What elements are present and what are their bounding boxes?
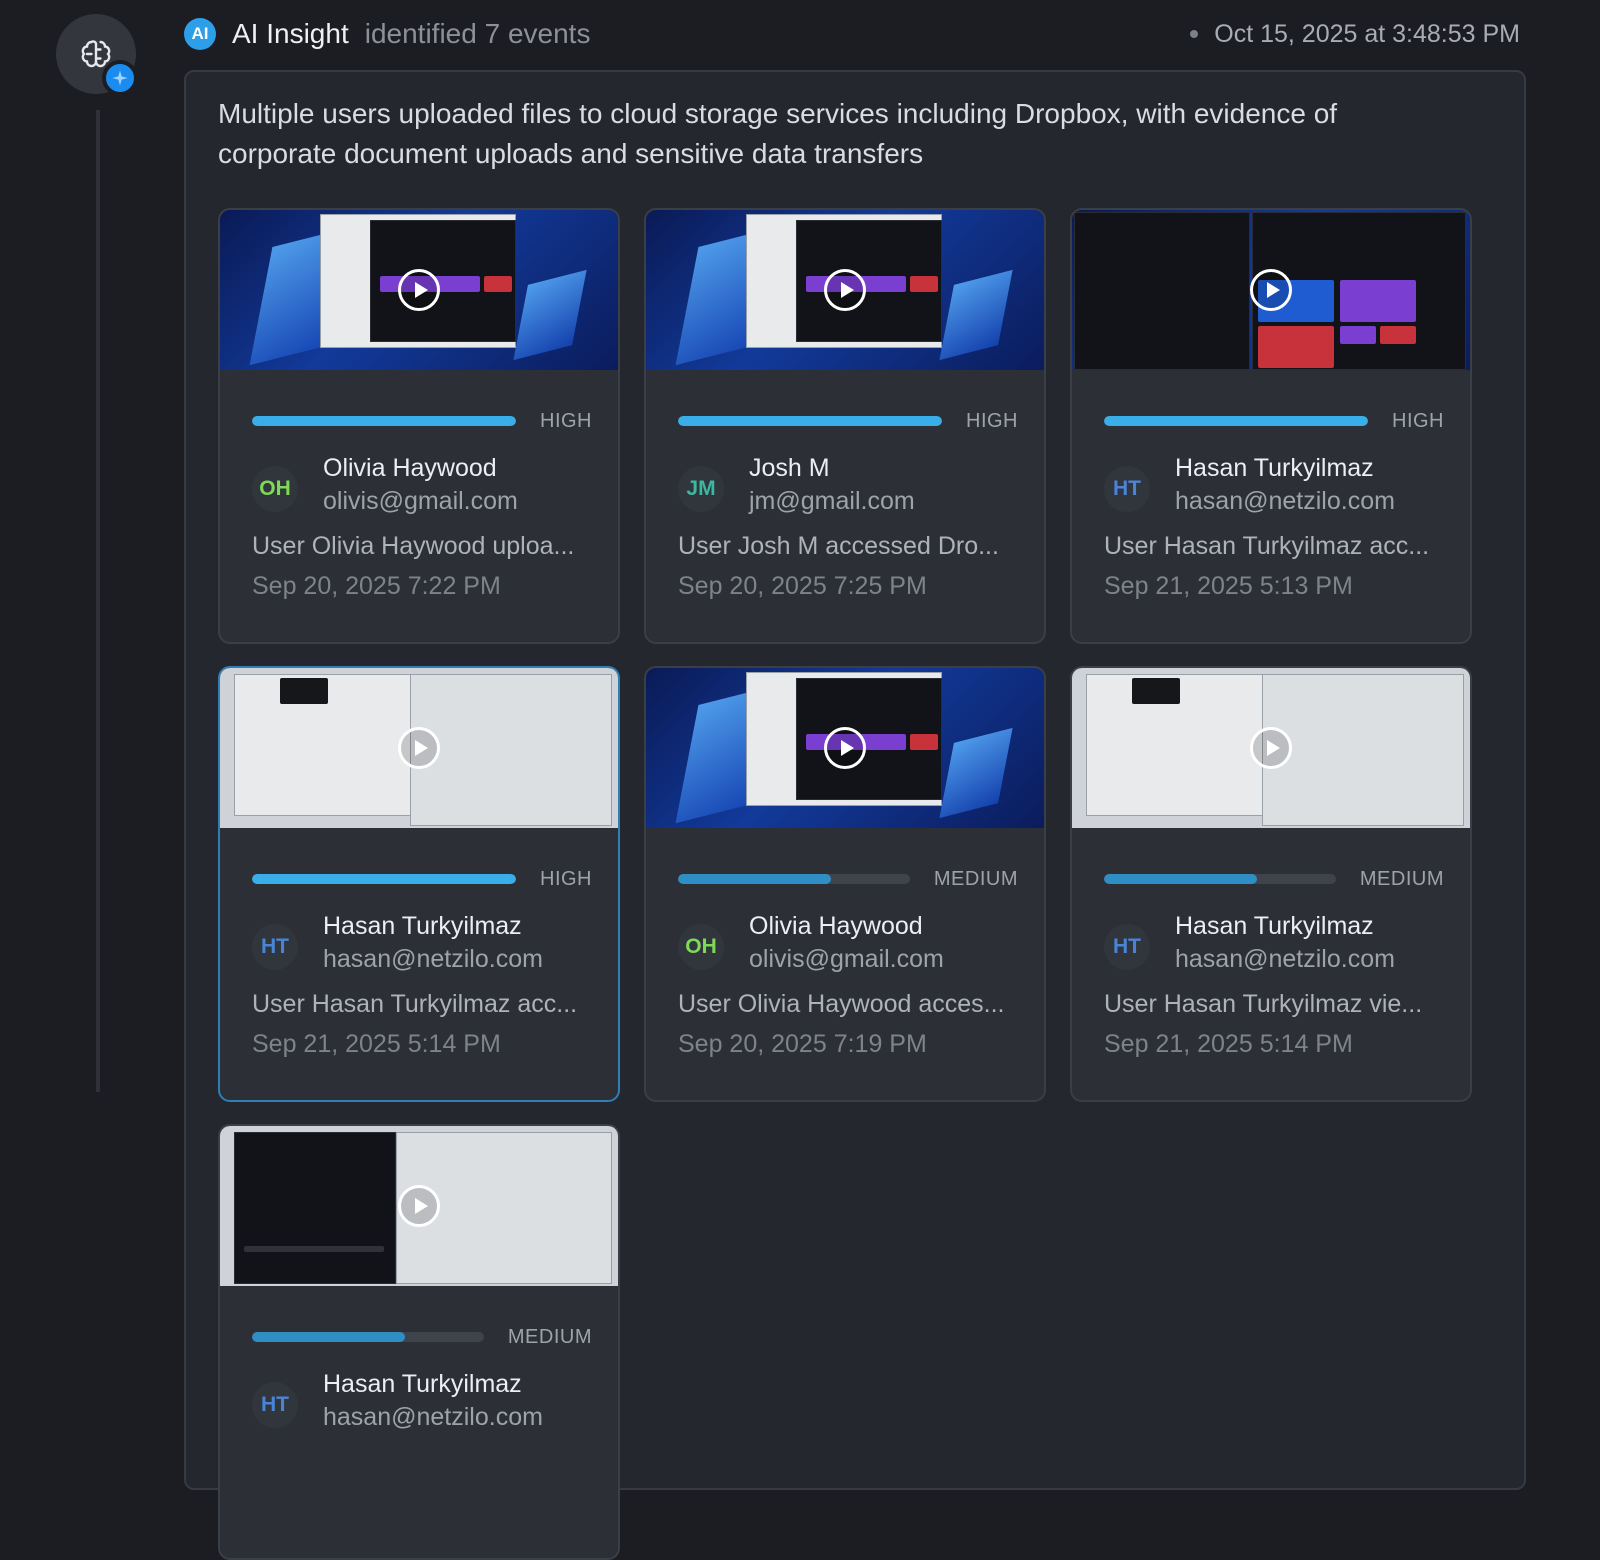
event-description: User Olivia Haywood uploa...: [252, 532, 575, 560]
event-card[interactable]: MEDIUM HT Hasan Turkyilmaz hasan@netzilo…: [1070, 666, 1472, 1102]
severity-bar-fill: [1104, 416, 1368, 426]
event-description: User Josh M accessed Dro...: [678, 532, 999, 560]
user-info: OH Olivia Haywood olivis@gmail.com: [252, 454, 598, 518]
sparkle-icon: [112, 70, 128, 86]
event-card[interactable]: MEDIUM OH Olivia Haywood olivis@gmail.co…: [644, 666, 1046, 1102]
insight-summary: Multiple users uploaded files to cloud s…: [218, 98, 1338, 169]
event-thumbnail[interactable]: [220, 210, 618, 370]
severity-label: HIGH: [540, 409, 592, 432]
insight-timestamp: Oct 15, 2025 at 3:48:53 PM: [1214, 19, 1520, 48]
event-thumbnail[interactable]: [1072, 668, 1470, 828]
insight-subtitle: identified 7 events: [364, 18, 591, 49]
severity-row: HIGH: [1104, 406, 1444, 436]
user-email: olivis@gmail.com: [323, 487, 518, 515]
event-thumbnail[interactable]: [220, 1126, 618, 1286]
ai-badge: AI: [184, 18, 216, 50]
user-name: Olivia Haywood: [323, 454, 497, 482]
event-description: User Hasan Turkyilmaz acc...: [1104, 532, 1430, 560]
event-date: Sep 20, 2025 7:22 PM: [252, 572, 501, 600]
event-description: User Hasan Turkyilmaz acc...: [252, 990, 578, 1018]
severity-label: MEDIUM: [1359, 867, 1444, 890]
user-info: HT Hasan Turkyilmaz hasan@netzilo.com: [252, 912, 598, 976]
severity-bar-fill: [252, 1332, 406, 1342]
severity-bar-fill: [252, 416, 516, 426]
user-avatar: HT: [252, 924, 298, 970]
user-email: hasan@netzilo.com: [323, 1403, 543, 1431]
user-email: hasan@netzilo.com: [323, 945, 543, 973]
user-name: Josh M: [749, 454, 830, 482]
user-email: hasan@netzilo.com: [1175, 487, 1395, 515]
severity-row: HIGH: [678, 406, 1018, 436]
severity-bar-fill: [678, 874, 832, 884]
severity-label: HIGH: [1392, 409, 1444, 432]
insight-header: AI AI Insight identified 7 events Oct 15…: [184, 14, 1520, 54]
severity-label: HIGH: [540, 867, 592, 890]
event-description: User Hasan Turkyilmaz vie...: [1104, 990, 1423, 1018]
event-date: Sep 21, 2025 5:14 PM: [252, 1030, 501, 1058]
event-date: Sep 21, 2025 5:13 PM: [1104, 572, 1353, 600]
severity-row: MEDIUM: [252, 1322, 592, 1352]
event-date: Sep 20, 2025 7:25 PM: [678, 572, 927, 600]
severity-row: MEDIUM: [1104, 864, 1444, 894]
event-description: User Olivia Haywood acces...: [678, 990, 1005, 1018]
severity-row: HIGH: [252, 864, 592, 894]
user-info: JM Josh M jm@gmail.com: [678, 454, 1024, 518]
event-card[interactable]: HIGH HT Hasan Turkyilmaz hasan@netzilo.c…: [218, 666, 620, 1102]
severity-bar: [678, 874, 910, 884]
event-card[interactable]: HIGH HT Hasan Turkyilmaz hasan@netzilo.c…: [1070, 208, 1472, 644]
event-thumbnail[interactable]: [1072, 210, 1470, 370]
event-date: Sep 20, 2025 7:19 PM: [678, 1030, 927, 1058]
severity-bar-fill: [1104, 874, 1258, 884]
user-info: HT Hasan Turkyilmaz hasan@netzilo.com: [252, 1370, 598, 1434]
user-email: hasan@netzilo.com: [1175, 945, 1395, 973]
sparkle-badge: [102, 60, 138, 96]
severity-label: HIGH: [966, 409, 1018, 432]
severity-label: MEDIUM: [507, 1325, 592, 1348]
severity-bar: [252, 874, 516, 884]
event-card[interactable]: HIGH JM Josh M jm@gmail.com User Josh M …: [644, 208, 1046, 644]
severity-bar: [252, 1332, 484, 1342]
user-info: OH Olivia Haywood olivis@gmail.com: [678, 912, 1024, 976]
severity-bar-fill: [252, 874, 516, 884]
user-avatar: OH: [678, 924, 724, 970]
timeline-line: [96, 110, 100, 1092]
user-name: Hasan Turkyilmaz: [1175, 454, 1374, 482]
user-avatar: HT: [1104, 466, 1150, 512]
play-icon[interactable]: [398, 1185, 440, 1227]
user-info: HT Hasan Turkyilmaz hasan@netzilo.com: [1104, 912, 1450, 976]
user-name: Hasan Turkyilmaz: [323, 912, 522, 940]
user-email: jm@gmail.com: [749, 487, 915, 515]
event-thumbnail[interactable]: [646, 668, 1044, 828]
severity-bar: [1104, 874, 1336, 884]
play-icon[interactable]: [1250, 269, 1292, 311]
user-name: Hasan Turkyilmaz: [323, 1370, 522, 1398]
play-icon[interactable]: [398, 269, 440, 311]
play-icon[interactable]: [398, 727, 440, 769]
user-info: HT Hasan Turkyilmaz hasan@netzilo.com: [1104, 454, 1450, 518]
severity-label: MEDIUM: [933, 867, 1018, 890]
event-thumbnail[interactable]: [220, 668, 618, 828]
user-avatar: HT: [1104, 924, 1150, 970]
event-date: Sep 21, 2025 5:14 PM: [1104, 1030, 1353, 1058]
timestamp-dot: [1190, 30, 1199, 38]
user-email: olivis@gmail.com: [749, 945, 944, 973]
severity-row: MEDIUM: [678, 864, 1018, 894]
play-icon[interactable]: [824, 269, 866, 311]
severity-row: HIGH: [252, 406, 592, 436]
user-name: Olivia Haywood: [749, 912, 923, 940]
user-avatar: JM: [678, 466, 724, 512]
user-avatar: OH: [252, 466, 298, 512]
severity-bar: [678, 416, 942, 426]
event-thumbnail[interactable]: [646, 210, 1044, 370]
user-name: Hasan Turkyilmaz: [1175, 912, 1374, 940]
severity-bar: [1104, 416, 1368, 426]
event-card[interactable]: MEDIUM HT Hasan Turkyilmaz hasan@netzilo…: [218, 1124, 620, 1560]
severity-bar: [252, 416, 516, 426]
play-icon[interactable]: [1250, 727, 1292, 769]
user-avatar: HT: [252, 1382, 298, 1428]
event-card[interactable]: HIGH OH Olivia Haywood olivis@gmail.com …: [218, 208, 620, 644]
insight-title: AI Insight: [232, 18, 349, 49]
severity-bar-fill: [678, 416, 942, 426]
play-icon[interactable]: [824, 727, 866, 769]
